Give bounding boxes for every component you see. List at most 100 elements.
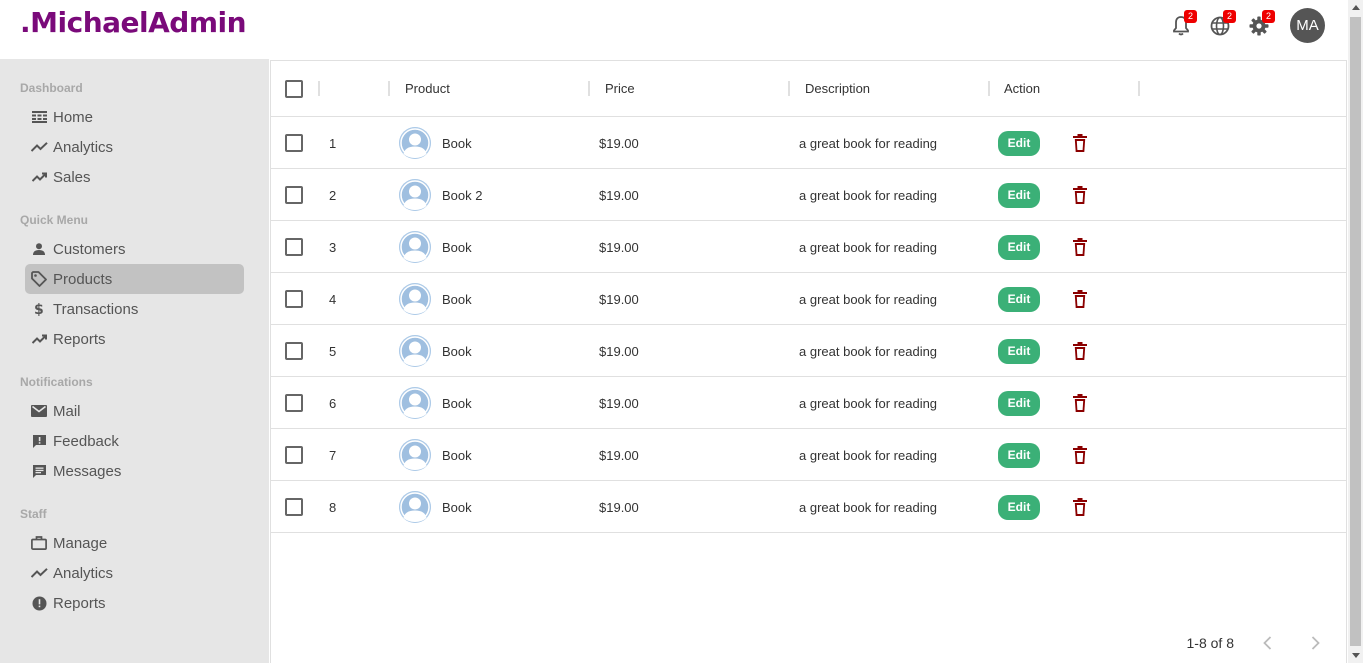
- alert-icon: [30, 594, 48, 612]
- table-row[interactable]: 6 Book $19.00 a great book for reading E…: [271, 377, 1346, 429]
- caret-up-icon: [1351, 5, 1360, 10]
- product-avatar: [399, 231, 431, 263]
- trash-icon: [1073, 134, 1087, 152]
- delete-button[interactable]: [1073, 446, 1087, 464]
- edit-button[interactable]: Edit: [998, 130, 1040, 156]
- scrollbar-thumb[interactable]: [1350, 17, 1361, 646]
- svg-text:$: $: [34, 302, 44, 317]
- column-separator[interactable]: [988, 81, 990, 96]
- sidebar-item-reports[interactable]: Reports: [25, 324, 244, 354]
- app: .MichaelAdmin 2 2 2 MA Dashboard Home An…: [0, 0, 1363, 663]
- row-checkbox[interactable]: [285, 290, 303, 308]
- delete-cell: [1073, 169, 1087, 221]
- sidebar-item-label: Products: [53, 270, 113, 288]
- column-header-description[interactable]: Description: [805, 61, 870, 117]
- delete-button[interactable]: [1073, 498, 1087, 516]
- edit-button[interactable]: Edit: [998, 442, 1040, 468]
- sidebar-item-label: Feedback: [53, 432, 119, 450]
- column-separator[interactable]: [1138, 81, 1140, 96]
- sidebar-item-customers[interactable]: Customers: [25, 234, 244, 264]
- sidebar-section-staff: Staff Manage Analytics Reports: [0, 506, 244, 618]
- tag-icon: [30, 270, 48, 288]
- column-separator[interactable]: [388, 81, 390, 96]
- edit-button[interactable]: Edit: [998, 286, 1040, 312]
- column-header-price[interactable]: Price: [605, 61, 635, 117]
- sidebar-item-manage[interactable]: Manage: [25, 528, 244, 558]
- sidebar-item-products[interactable]: Products: [25, 264, 244, 294]
- trending-icon: [30, 138, 48, 156]
- delete-button[interactable]: [1073, 342, 1087, 360]
- sidebar-item-sales[interactable]: Sales: [25, 162, 244, 192]
- language-button[interactable]: 2: [1209, 9, 1236, 37]
- edit-button[interactable]: Edit: [998, 390, 1040, 416]
- pagination: 1-8 of 8: [1187, 631, 1330, 655]
- product-price: $19.00: [599, 395, 639, 411]
- notifications-button[interactable]: 2: [1170, 9, 1197, 37]
- edit-button[interactable]: Edit: [998, 182, 1040, 208]
- product-price: $19.00: [599, 291, 639, 307]
- row-checkbox[interactable]: [285, 446, 303, 464]
- column-separator[interactable]: [588, 81, 590, 96]
- row-checkbox[interactable]: [285, 498, 303, 516]
- row-checkbox[interactable]: [285, 238, 303, 256]
- sidebar-item-messages[interactable]: Messages: [25, 456, 244, 486]
- table-row[interactable]: 3 Book $19.00 a great book for reading E…: [271, 221, 1346, 273]
- vertical-scrollbar[interactable]: [1348, 0, 1363, 663]
- product-name: Book: [442, 135, 472, 151]
- row-id: 8: [329, 499, 337, 515]
- table-row[interactable]: 2 Book 2 $19.00 a great book for reading…: [271, 169, 1346, 221]
- sidebar-item-transactions[interactable]: $ Transactions: [25, 294, 244, 324]
- sidebar-item-home[interactable]: Home: [25, 102, 244, 132]
- table-row[interactable]: 7 Book $19.00 a great book for reading E…: [271, 429, 1346, 481]
- row-checkbox[interactable]: [285, 186, 303, 204]
- table-row[interactable]: 1 Book $19.00 a great book for reading E…: [271, 117, 1346, 169]
- sidebar-item-staff-analytics[interactable]: Analytics: [25, 558, 244, 588]
- product-description: a great book for reading: [799, 291, 938, 307]
- product-price: $19.00: [599, 343, 639, 359]
- edit-button[interactable]: Edit: [998, 338, 1040, 364]
- delete-button[interactable]: [1073, 186, 1087, 204]
- delete-button[interactable]: [1073, 238, 1087, 256]
- delete-button[interactable]: [1073, 290, 1087, 308]
- sidebar-item-mail[interactable]: Mail: [25, 396, 244, 426]
- product-description: a great book for reading: [799, 187, 938, 203]
- delete-button[interactable]: [1073, 134, 1087, 152]
- sidebar-item-feedback[interactable]: Feedback: [25, 426, 244, 456]
- app-logo[interactable]: .MichaelAdmin: [20, 6, 247, 39]
- sidebar-item-staff-reports[interactable]: Reports: [25, 588, 244, 618]
- row-checkbox[interactable]: [285, 134, 303, 152]
- scroll-down-button[interactable]: [1348, 648, 1363, 663]
- delete-button[interactable]: [1073, 394, 1087, 412]
- product-description: a great book for reading: [799, 343, 938, 359]
- edit-button[interactable]: Edit: [998, 234, 1040, 260]
- column-header-product[interactable]: Product: [405, 61, 450, 117]
- row-checkbox[interactable]: [285, 342, 303, 360]
- table-row[interactable]: 4 Book $19.00 a great book for reading E…: [271, 273, 1346, 325]
- person-icon: [30, 240, 48, 258]
- sidebar-item-label: Reports: [53, 330, 106, 348]
- trash-icon: [1073, 394, 1087, 412]
- sidebar-item-label: Sales: [53, 168, 91, 186]
- dollar-icon: $: [30, 300, 48, 318]
- row-id: 2: [329, 187, 337, 203]
- table-row[interactable]: 8 Book $19.00 a great book for reading E…: [271, 481, 1346, 533]
- sidebar-item-label: Manage: [53, 534, 108, 552]
- row-checkbox[interactable]: [285, 394, 303, 412]
- user-avatar[interactable]: MA: [1290, 8, 1325, 43]
- column-separator[interactable]: [318, 81, 320, 96]
- chevron-left-icon: [1262, 636, 1271, 650]
- column-separator[interactable]: [788, 81, 790, 96]
- scroll-up-button[interactable]: [1348, 0, 1363, 15]
- sidebar-section-title: Notifications: [20, 375, 93, 389]
- previous-page-button[interactable]: [1252, 631, 1282, 655]
- product-avatar: [399, 283, 431, 315]
- sidebar-item-analytics[interactable]: Analytics: [25, 132, 244, 162]
- column-header-action[interactable]: Action: [1004, 61, 1040, 117]
- edit-button[interactable]: Edit: [998, 494, 1040, 520]
- next-page-button[interactable]: [1300, 631, 1330, 655]
- settings-button[interactable]: 2: [1248, 9, 1275, 37]
- table-row[interactable]: 5 Book $19.00 a great book for reading E…: [271, 325, 1346, 377]
- select-all-checkbox[interactable]: [285, 80, 303, 98]
- action-cell: Edit: [998, 325, 1040, 377]
- row-select-cell: [285, 377, 303, 429]
